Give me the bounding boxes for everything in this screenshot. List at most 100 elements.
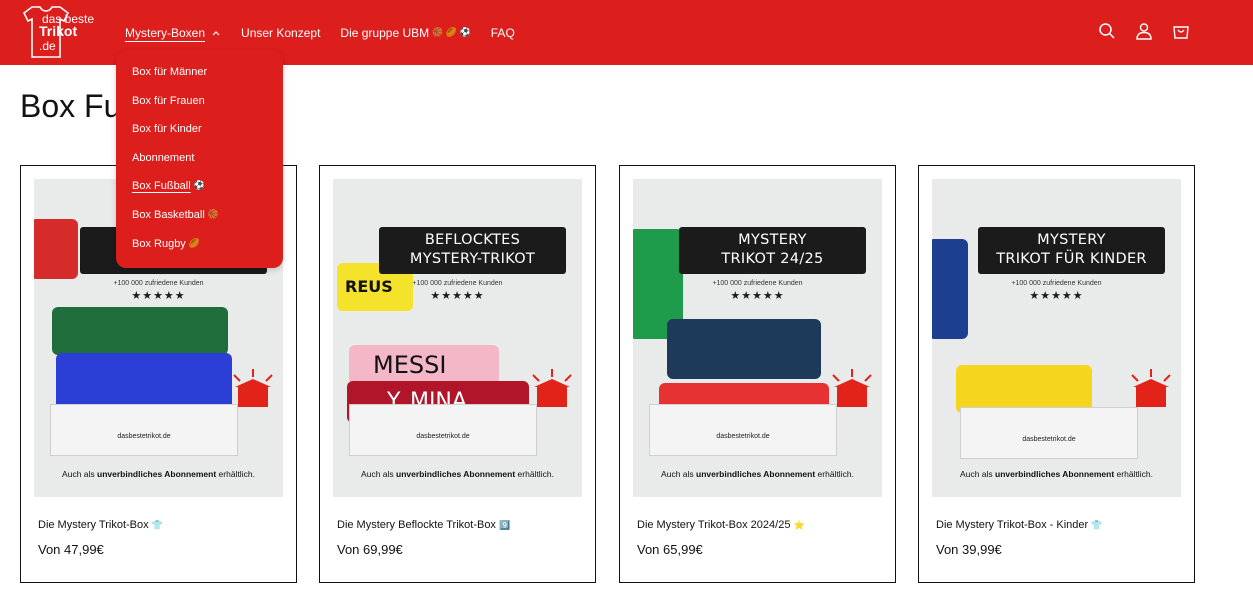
jersey-name-text: MESSI xyxy=(373,351,447,379)
product-price: Von 65,99€ xyxy=(637,542,703,557)
mystery-box-image: dasbestetrikot.de xyxy=(649,404,837,456)
nav-item-label: Die gruppe UBM xyxy=(340,25,430,40)
banner-line1: BEFLOCKTES xyxy=(424,232,521,248)
box-brand-text: dasbestetrikot.de xyxy=(117,433,171,440)
note-bold: unverbindliches Abonnement xyxy=(97,469,217,479)
mystery-box-image: dasbestetrikot.de xyxy=(960,407,1138,459)
jersey-image xyxy=(52,307,228,355)
note-post: erhältlich. xyxy=(1114,469,1153,479)
box-brand-text: dasbestetrikot.de xyxy=(416,433,470,440)
note-post: erhältlich. xyxy=(216,469,255,479)
product-title-text: Die Mystery Trikot-Box 2024/25 xyxy=(637,519,791,531)
banner-line2: TRIKOT 24/25 xyxy=(721,251,824,267)
mystery-boxen-dropdown: Box für Männer Box für Frauen Box für Ki… xyxy=(116,50,283,268)
rating-stars: ★★★★★ xyxy=(730,289,785,302)
note-bold: unverbindliches Abonnement xyxy=(995,469,1115,479)
product-banner: MYSTERY TRIKOT FÜR KINDER xyxy=(978,227,1165,274)
gift-box-icon xyxy=(1131,369,1171,407)
logo-text-line2: Trikot xyxy=(39,23,78,39)
gift-box-icon xyxy=(832,369,872,407)
dropdown-item-box-frauen[interactable]: Box für Frauen xyxy=(116,95,283,124)
product-card[interactable]: REUS MESSI Y. MINA BEFLOCKTES MYSTERY-TR… xyxy=(319,165,596,583)
site-logo[interactable]: das beste Trikot .de xyxy=(20,5,100,60)
subscription-note: Auch als unverbindliches Abonnement erhä… xyxy=(333,469,582,479)
dropdown-item-label: Box Basketball xyxy=(132,208,205,221)
dropdown-item-label: Box für Männer xyxy=(132,66,208,78)
product-price: Von 39,99€ xyxy=(936,542,1002,557)
customers-subline: +100 000 zufriedene Kunden xyxy=(1011,280,1102,287)
header-icons xyxy=(1097,20,1191,42)
jersey-image xyxy=(956,365,1092,413)
note-pre: Auch als xyxy=(62,469,98,479)
dropdown-item-box-rugby[interactable]: Box Rugby 🏉 xyxy=(116,238,283,267)
product-image[interactable]: MYSTERY TRIKOT FÜR KINDER +100 000 zufri… xyxy=(932,179,1181,497)
soccer-ball-icon: ⚽ xyxy=(193,180,205,191)
subscription-note: Auch als unverbindliches Abonnement erhä… xyxy=(932,469,1181,479)
note-bold: unverbindliches Abonnement xyxy=(396,469,516,479)
jersey-image xyxy=(667,319,821,379)
product-banner: MYSTERY TRIKOT 24/25 xyxy=(679,227,866,274)
dropdown-item-label: Abonnement xyxy=(132,151,195,164)
nav-item-label: FAQ xyxy=(490,25,515,40)
product-image[interactable]: REUS MESSI Y. MINA BEFLOCKTES MYSTERY-TR… xyxy=(333,179,582,497)
product-title-text: Die Mystery Trikot-Box - Kinder xyxy=(936,519,1089,531)
product-title[interactable]: Die Mystery Beflockte Trikot-Box 9️⃣ xyxy=(337,519,510,531)
customers-subline: +100 000 zufriedene Kunden xyxy=(412,280,503,287)
mystery-box-image: dasbestetrikot.de xyxy=(50,404,238,456)
banner-line1: MYSTERY xyxy=(738,232,807,248)
subscription-note: Auch als unverbindliches Abonnement erhä… xyxy=(633,469,882,479)
sports-balls-icon: 🏀 🏉 ⚽ xyxy=(432,27,471,37)
dropdown-item-abonnement[interactable]: Abonnement xyxy=(116,152,283,181)
dropdown-item-box-maenner[interactable]: Box für Männer xyxy=(116,66,283,95)
basketball-icon: 🏀 xyxy=(207,208,219,219)
gift-box-icon xyxy=(233,369,273,407)
rating-stars: ★★★★★ xyxy=(1029,289,1084,302)
product-title[interactable]: Die Mystery Trikot-Box 2024/25 ⭐ xyxy=(637,519,805,531)
nav-item-label: Mystery-Boxen xyxy=(125,25,206,40)
note-post: erhältlich. xyxy=(815,469,854,479)
banner-line1: MYSTERY xyxy=(1037,232,1106,248)
note-pre: Auch als xyxy=(361,469,397,479)
customers-subline: +100 000 zufriedene Kunden xyxy=(712,280,803,287)
product-title[interactable]: Die Mystery Trikot-Box - Kinder 👕 xyxy=(936,519,1102,531)
nav-item-unser-konzept[interactable]: Unser Konzept xyxy=(241,26,320,40)
product-card[interactable]: MYSTERY TRIKOT 24/25 +100 000 zufriedene… xyxy=(619,165,896,583)
cart-icon[interactable] xyxy=(1171,20,1191,42)
nav-item-faq[interactable]: FAQ xyxy=(491,26,515,40)
search-icon[interactable] xyxy=(1097,20,1117,42)
dropdown-item-label: Box für Kinder xyxy=(132,123,202,136)
note-bold: unverbindliches Abonnement xyxy=(696,469,816,479)
nav-item-label: Unser Konzept xyxy=(241,25,321,40)
product-image[interactable]: MYSTERY TRIKOT 24/25 +100 000 zufriedene… xyxy=(633,179,882,497)
product-title[interactable]: Die Mystery Trikot-Box 👕 xyxy=(38,519,163,531)
nav-item-gruppe-ubm[interactable]: Die gruppe UBM 🏀 🏉 ⚽ xyxy=(340,26,470,40)
rugby-ball-icon: 🏉 xyxy=(188,237,201,248)
product-title-text: Die Mystery Beflockte Trikot-Box xyxy=(337,519,496,531)
product-price: Von 47,99€ xyxy=(38,542,104,557)
star-icon: ⭐ xyxy=(793,520,805,530)
note-pre: Auch als xyxy=(661,469,697,479)
gift-box-icon xyxy=(532,369,572,407)
product-banner: BEFLOCKTES MYSTERY-TRIKOT xyxy=(379,227,566,274)
account-icon[interactable] xyxy=(1134,20,1154,42)
mystery-box-image: dasbestetrikot.de xyxy=(349,404,537,456)
note-post: erhältlich. xyxy=(515,469,554,479)
dropdown-item-label: Box Rugby xyxy=(132,237,186,250)
shirt-icon: 👕 xyxy=(151,520,163,530)
product-title-text: Die Mystery Trikot-Box xyxy=(38,519,149,531)
dropdown-item-box-kinder[interactable]: Box für Kinder xyxy=(116,123,283,152)
subscription-note: Auch als unverbindliches Abonnement erhä… xyxy=(34,469,283,479)
dropdown-item-box-basketball[interactable]: Box Basketball 🏀 xyxy=(116,209,283,238)
shirt-icon: 👕 xyxy=(1091,520,1103,530)
product-card[interactable]: MYSTERY TRIKOT FÜR KINDER +100 000 zufri… xyxy=(918,165,1195,583)
customers-subline: +100 000 zufriedene Kunden xyxy=(113,280,204,287)
dropdown-item-box-fussball[interactable]: Box Fußball ⚽ xyxy=(116,180,283,209)
box-brand-text: dasbestetrikot.de xyxy=(1022,436,1076,443)
rating-stars: ★★★★★ xyxy=(430,289,485,302)
nav-item-mystery-boxen[interactable]: Mystery-Boxen xyxy=(125,26,221,40)
logo-text-line3: .de xyxy=(39,39,56,53)
note-pre: Auch als xyxy=(960,469,996,479)
jersey-image xyxy=(34,219,78,279)
rating-stars: ★★★★★ xyxy=(131,289,186,302)
dropdown-item-label: Box für Frauen xyxy=(132,94,205,107)
